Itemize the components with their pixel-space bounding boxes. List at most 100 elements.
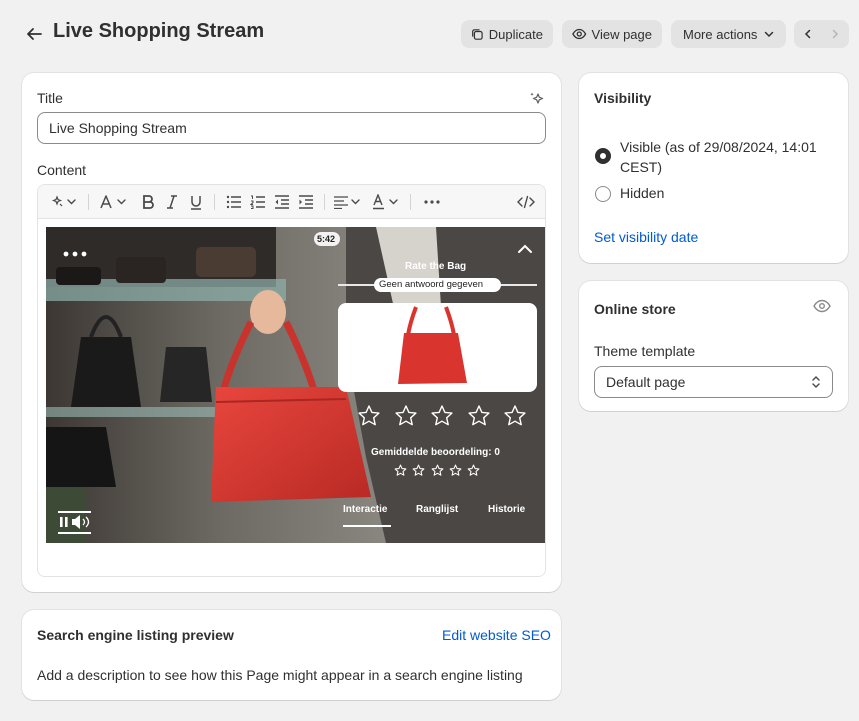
magic-sparkle-icon bbox=[530, 92, 544, 104]
bold-icon bbox=[143, 195, 154, 209]
more-horizontal-icon bbox=[424, 200, 440, 204]
star-icon bbox=[431, 464, 444, 477]
back-button[interactable] bbox=[22, 22, 46, 46]
more-actions-button[interactable]: More actions bbox=[671, 20, 786, 48]
underline-icon bbox=[191, 196, 201, 210]
seo-title: Search engine listing preview bbox=[37, 627, 234, 643]
visibility-title: Visibility bbox=[594, 90, 652, 106]
average-stars bbox=[394, 464, 480, 478]
text-format-button[interactable] bbox=[98, 190, 130, 214]
video-menu-dot bbox=[72, 251, 78, 257]
star-icon bbox=[467, 464, 480, 477]
theme-template-select[interactable]: Default page bbox=[594, 366, 833, 398]
indent-button[interactable] bbox=[294, 190, 318, 214]
bold-button[interactable] bbox=[136, 190, 160, 214]
chevron-left-icon bbox=[804, 29, 810, 39]
preview-button[interactable] bbox=[813, 299, 833, 315]
star-rating-button[interactable] bbox=[467, 404, 491, 428]
code-view-button[interactable] bbox=[514, 190, 538, 214]
editor-text-area[interactable] bbox=[38, 543, 545, 576]
widget-title: Rate the Bag bbox=[405, 261, 467, 272]
chevron-right-icon bbox=[832, 29, 838, 39]
magic-icon bbox=[51, 195, 76, 207]
generate-title-button[interactable] bbox=[528, 90, 546, 108]
star-rating-button[interactable] bbox=[394, 404, 418, 428]
italic-button[interactable] bbox=[160, 190, 184, 214]
chevron-down-icon bbox=[765, 31, 774, 38]
toolbar-separator bbox=[410, 194, 411, 210]
numbered-list-icon bbox=[250, 195, 265, 209]
more-actions-label: More actions bbox=[683, 26, 758, 42]
pagination bbox=[794, 20, 849, 48]
embedded-live-video[interactable]: 5:42 Rate the Bag Geen antwoord gegeven … bbox=[46, 227, 545, 543]
tab-interactie[interactable]: Interactie bbox=[343, 504, 387, 515]
set-visibility-date-link[interactable]: Set visibility date bbox=[594, 229, 698, 245]
hidden-label: Hidden bbox=[620, 185, 665, 201]
answer-status: Geen antwoord gegeven bbox=[379, 279, 484, 290]
content-label: Content bbox=[37, 162, 87, 178]
tab-ranglijst[interactable]: Ranglijst bbox=[416, 504, 458, 515]
star-rating-button[interactable] bbox=[503, 404, 527, 428]
underline-button[interactable] bbox=[184, 190, 208, 214]
align-button[interactable] bbox=[332, 190, 364, 214]
outdent-icon bbox=[275, 195, 289, 209]
duplicate-label: Duplicate bbox=[488, 26, 543, 42]
title-input[interactable] bbox=[37, 112, 546, 144]
toolbar-separator bbox=[88, 194, 89, 210]
italic-icon bbox=[167, 195, 177, 209]
seo-description: Add a description to see how this Page m… bbox=[37, 667, 523, 683]
star-rating-button[interactable] bbox=[430, 404, 454, 428]
bullet-list-icon bbox=[226, 195, 241, 209]
star-icon bbox=[394, 464, 407, 477]
rating-stars bbox=[357, 404, 527, 430]
text-color-button[interactable] bbox=[370, 190, 402, 214]
eye-icon bbox=[572, 28, 587, 40]
visibility-card: Visibility Visible (as of 29/08/2024, 14… bbox=[579, 73, 848, 263]
magic-menu-button[interactable] bbox=[48, 190, 80, 214]
text-format-icon bbox=[100, 195, 126, 209]
video-duration: 5:42 bbox=[317, 234, 336, 244]
numbered-list-button[interactable] bbox=[246, 190, 270, 214]
previous-button[interactable] bbox=[794, 20, 821, 48]
average-rating-label: Gemiddelde beoordeling: 0 bbox=[371, 447, 500, 458]
page-header: Live Shopping Stream Duplicate View page… bbox=[0, 0, 859, 68]
page-content-card: Title Content bbox=[22, 73, 561, 592]
template-value: Default page bbox=[606, 374, 686, 390]
hidden-radio[interactable] bbox=[595, 186, 611, 202]
eye-icon bbox=[813, 299, 831, 313]
visible-radio[interactable] bbox=[595, 148, 611, 164]
next-button[interactable] bbox=[821, 20, 848, 48]
outdent-button[interactable] bbox=[270, 190, 294, 214]
video-menu-dot bbox=[81, 251, 87, 257]
star-rating-button[interactable] bbox=[357, 404, 381, 428]
toolbar-separator bbox=[324, 194, 325, 210]
arrow-left-icon bbox=[27, 28, 42, 40]
text-color-icon bbox=[373, 194, 398, 210]
visible-label: Visible (as of 29/08/2024, 14:01 CEST) bbox=[620, 139, 817, 175]
rich-text-editor: 5:42 Rate the Bag Geen antwoord gegeven … bbox=[37, 184, 546, 577]
duplicate-icon bbox=[472, 28, 483, 40]
duplicate-button[interactable]: Duplicate bbox=[461, 20, 553, 48]
editor-toolbar bbox=[38, 185, 545, 219]
video-frame bbox=[46, 227, 545, 543]
tab-historie[interactable]: Historie bbox=[488, 504, 525, 515]
online-store-title: Online store bbox=[594, 301, 676, 317]
star-icon bbox=[449, 464, 462, 477]
page-title: Live Shopping Stream bbox=[53, 20, 265, 42]
bullet-list-button[interactable] bbox=[222, 190, 246, 214]
select-chevron-icon bbox=[812, 376, 820, 388]
seo-preview-card: Search engine listing preview Edit websi… bbox=[22, 610, 561, 700]
align-icon bbox=[334, 196, 360, 209]
more-formatting-button[interactable] bbox=[418, 190, 446, 214]
toolbar-separator bbox=[214, 194, 215, 210]
star-icon bbox=[412, 464, 425, 477]
indent-icon bbox=[299, 195, 313, 209]
code-icon bbox=[517, 195, 535, 209]
view-page-label: View page bbox=[591, 26, 652, 42]
online-store-card: Online store Theme template Default page bbox=[579, 281, 848, 411]
title-label: Title bbox=[37, 90, 63, 106]
view-page-button[interactable]: View page bbox=[562, 20, 662, 48]
template-label: Theme template bbox=[594, 343, 696, 359]
video-menu-dot bbox=[63, 251, 69, 257]
edit-seo-link[interactable]: Edit website SEO bbox=[442, 627, 551, 643]
